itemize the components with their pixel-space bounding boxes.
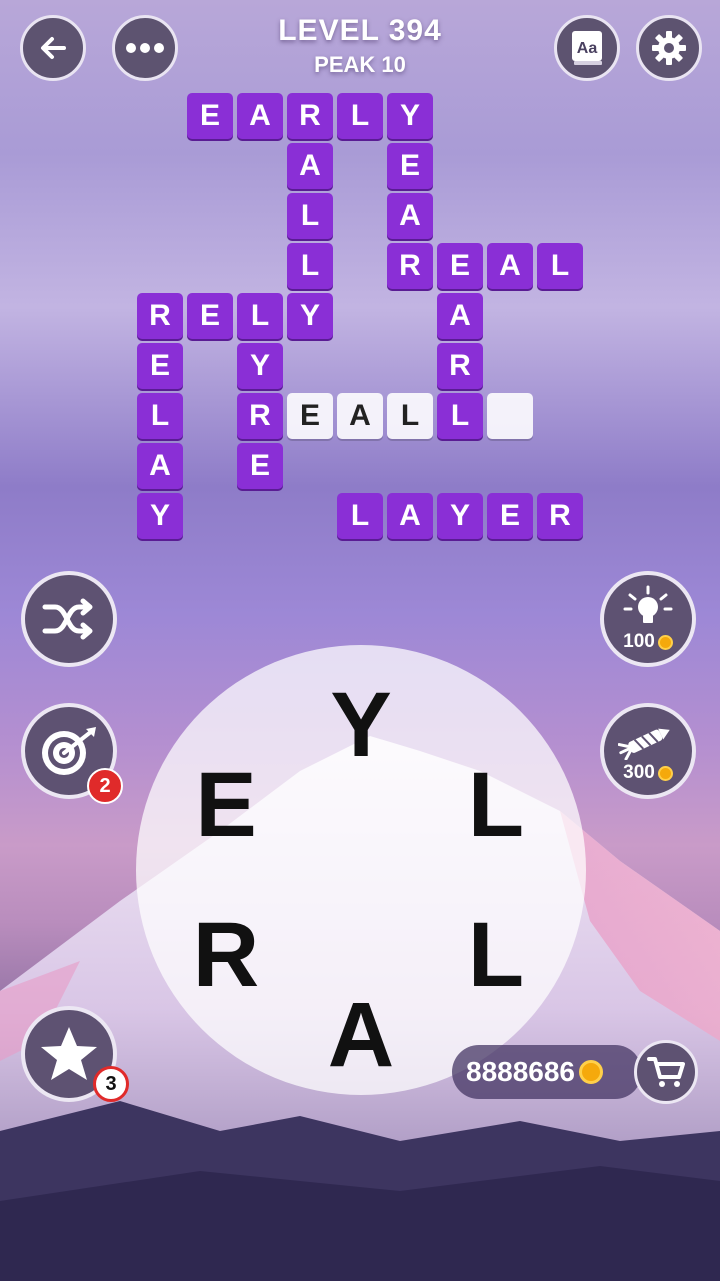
hint-button[interactable]: 100 <box>600 571 696 667</box>
grid-tile-filled: E <box>487 493 533 539</box>
grid-tile-filled: Y <box>287 293 333 339</box>
grid-tile-filled: Y <box>237 343 283 389</box>
grid-tile-filled: R <box>137 293 183 339</box>
grid-tile-filled: L <box>437 393 483 439</box>
lightbulb-icon <box>623 585 673 623</box>
grid-tile-filled: E <box>387 143 433 189</box>
shop-button[interactable] <box>634 1040 698 1104</box>
wheel-letter[interactable]: Y <box>316 675 406 775</box>
grid-tile-empty: A <box>337 393 383 439</box>
hint-cost-value: 100 <box>623 631 655 652</box>
wheel-letter[interactable]: R <box>181 905 271 1005</box>
wheel-letter[interactable]: E <box>181 755 271 855</box>
grid-tile-filled: A <box>387 493 433 539</box>
grid-tile-filled: E <box>437 243 483 289</box>
target-icon <box>42 727 96 775</box>
grid-tile-filled: A <box>387 193 433 239</box>
grid-tile-filled: L <box>537 243 583 289</box>
grid-tile-empty <box>487 393 533 439</box>
grid-tile-filled: E <box>237 443 283 489</box>
grid-tile-filled: L <box>287 193 333 239</box>
star-icon <box>41 1027 97 1080</box>
grid-tile-filled: L <box>337 93 383 139</box>
grid-tile-filled: Y <box>137 493 183 539</box>
grid-tile-filled: E <box>137 343 183 389</box>
cart-icon <box>647 1057 685 1087</box>
coin-balance-value: 8888686 <box>466 1056 576 1087</box>
hint-cost: 100 <box>623 631 673 653</box>
wheel-letter[interactable]: A <box>316 985 406 1085</box>
grid-tile-filled: A <box>487 243 533 289</box>
grid-tile-filled: Y <box>437 493 483 539</box>
shuffle-icon <box>42 598 93 640</box>
grid-tile-filled: R <box>437 343 483 389</box>
grid-tile-filled: R <box>537 493 583 539</box>
grid-tile-filled: L <box>337 493 383 539</box>
grid-tile-filled: E <box>187 93 233 139</box>
grid-tile-filled: L <box>287 243 333 289</box>
coin-icon <box>657 634 673 650</box>
crossword-grid: EARLYAELALREALRELYAEYRLREALLAEYLAYER <box>0 0 720 560</box>
wheel-letter[interactable]: L <box>451 755 541 855</box>
rocket-cost: 300 <box>623 762 673 784</box>
grid-tile-empty: L <box>387 393 433 439</box>
grid-tile-filled: A <box>287 143 333 189</box>
grid-tile-filled: L <box>237 293 283 339</box>
grid-tile-filled: L <box>137 393 183 439</box>
letter-wheel[interactable]: Y L L A R E <box>136 645 586 1095</box>
shuffle-button[interactable] <box>21 571 117 667</box>
wheel-letter[interactable]: L <box>451 905 541 1005</box>
coin-icon <box>579 1060 604 1084</box>
grid-tile-filled: A <box>237 93 283 139</box>
grid-tile-filled: Y <box>387 93 433 139</box>
grid-tile-filled: A <box>137 443 183 489</box>
grid-tile-filled: E <box>187 293 233 339</box>
coin-balance[interactable]: 8888686 <box>452 1045 642 1099</box>
star-count-badge: 3 <box>93 1066 129 1102</box>
rocket-cost-value: 300 <box>623 762 655 783</box>
grid-tile-filled: R <box>387 243 433 289</box>
grid-tile-filled: R <box>287 93 333 139</box>
grid-tile-empty: E <box>287 393 333 439</box>
rocket-button[interactable]: 300 <box>600 703 696 799</box>
grid-tile-filled: A <box>437 293 483 339</box>
coin-icon <box>657 765 673 781</box>
grid-tile-filled: R <box>237 393 283 439</box>
rocket-icon <box>618 728 670 760</box>
target-count-badge: 2 <box>87 768 123 804</box>
